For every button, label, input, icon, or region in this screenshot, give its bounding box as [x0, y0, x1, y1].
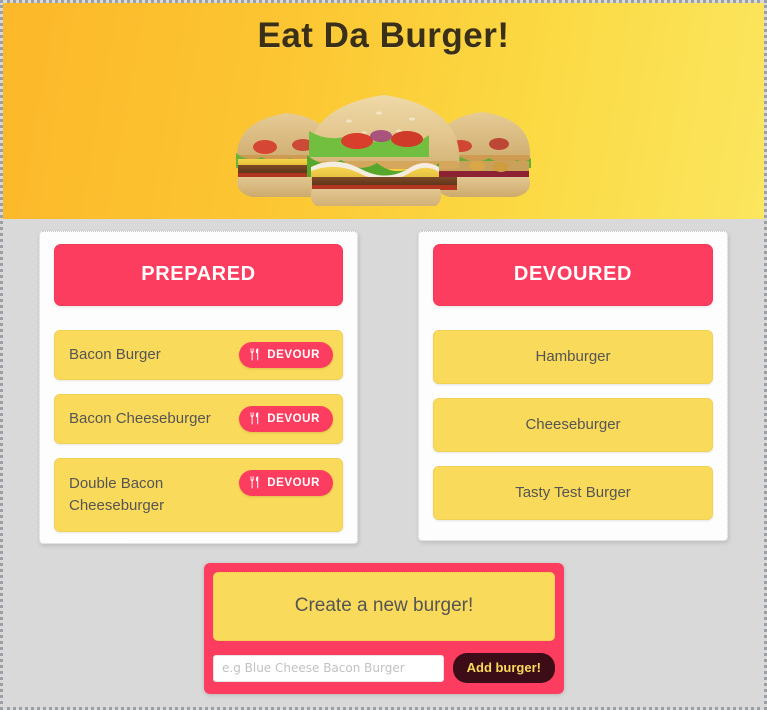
devoured-header: DEVOURED [433, 244, 713, 306]
create-burger-panel: Create a new burger! Add burger! [204, 563, 564, 694]
burger-name: Bacon Cheeseburger [69, 410, 211, 427]
list-item[interactable]: Double Bacon Cheeseburger DEVOUR [54, 458, 343, 532]
devour-button[interactable]: DEVOUR [239, 406, 333, 432]
devoured-list: Hamburger Cheeseburger Tasty Test Burger [433, 330, 713, 520]
burger-illustration [235, 95, 531, 206]
prepared-list: Bacon Burger DEVOUR Bacon Cheeseburger D… [54, 330, 343, 532]
utensils-icon [250, 476, 259, 489]
utensils-icon [250, 348, 259, 361]
burger-name: Double Bacon Cheeseburger [69, 475, 165, 514]
page-root: { "hero": { "title": "Eat Da Burger!", "… [0, 0, 767, 710]
prepared-card: PREPARED Bacon Burger DEVOUR Bacon Chees… [39, 231, 358, 544]
create-burger-form: Add burger! [213, 653, 555, 683]
devour-label: DEVOUR [267, 476, 320, 489]
triple-burger-photo [229, 81, 539, 206]
list-item[interactable]: Tasty Test Burger [433, 466, 713, 520]
utensils-icon [250, 412, 259, 425]
list-item[interactable]: Bacon Cheeseburger DEVOUR [54, 394, 343, 444]
list-item[interactable]: Hamburger [433, 330, 713, 384]
devour-label: DEVOUR [267, 412, 320, 425]
devour-button[interactable]: DEVOUR [239, 470, 333, 496]
devoured-card: DEVOURED Hamburger Cheeseburger Tasty Te… [418, 231, 728, 541]
prepared-header: PREPARED [54, 244, 343, 306]
devour-label: DEVOUR [267, 348, 320, 361]
burger-name-input[interactable] [213, 654, 444, 682]
hero-banner: Eat Da Burger! [3, 3, 764, 219]
burger-columns: PREPARED Bacon Burger DEVOUR Bacon Chees… [3, 225, 764, 550]
list-item[interactable]: Bacon Burger DEVOUR [54, 330, 343, 380]
create-burger-title: Create a new burger! [213, 572, 555, 641]
devour-button[interactable]: DEVOUR [239, 342, 333, 368]
list-item[interactable]: Cheeseburger [433, 398, 713, 452]
add-burger-button[interactable]: Add burger! [452, 653, 555, 683]
burger-name: Bacon Burger [69, 346, 161, 363]
page-title: Eat Da Burger! [257, 16, 510, 55]
